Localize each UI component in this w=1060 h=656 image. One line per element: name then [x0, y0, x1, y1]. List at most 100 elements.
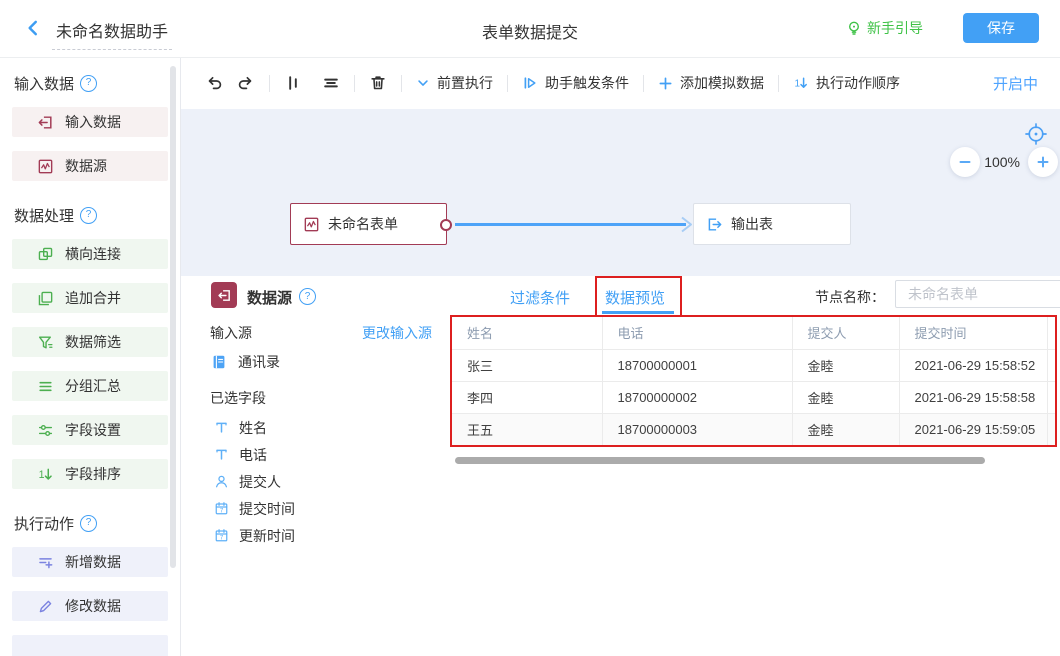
align-vertical-button[interactable]: [284, 74, 302, 92]
input-source-label: 输入源: [210, 323, 252, 343]
sidebar-item-字段排序[interactable]: 1字段排序: [12, 459, 168, 489]
zoom-level: 100%: [984, 154, 1020, 170]
output-node-label: 输出表: [731, 214, 773, 234]
form-node[interactable]: 未命名表单: [290, 203, 447, 245]
save-button[interactable]: 保存: [963, 13, 1039, 43]
sidebar-item-追加合并[interactable]: 追加合并: [12, 283, 168, 313]
table-cell: 18700000003: [602, 413, 792, 445]
sidebar-item-label: 数据源: [65, 156, 107, 176]
section-title: 执行动作?: [14, 513, 180, 533]
sidebar-item-分组汇总[interactable]: 分组汇总: [12, 371, 168, 401]
sidebar-item-label: 修改数据: [65, 596, 121, 616]
selected-fields-label: 已选字段: [210, 388, 266, 408]
section-title-label: 输入数据: [14, 73, 74, 94]
field-label: 更新时间: [239, 526, 295, 546]
undo-button[interactable]: [205, 74, 223, 92]
sidebar-item-修改数据[interactable]: 修改数据: [12, 591, 168, 621]
sidebar-sections: 输入数据?输入数据数据源数据处理?横向连接追加合并数据筛选分组汇总字段设置1字段…: [0, 73, 180, 656]
sidebar-item-数据筛选[interactable]: 数据筛选: [12, 327, 168, 357]
horizontal-scrollbar[interactable]: [455, 457, 985, 464]
form-node-label: 未命名表单: [328, 214, 398, 234]
align-horizontal-button[interactable]: [322, 74, 340, 92]
table-cell: 金睦: [792, 349, 899, 381]
section-title: 输入数据?: [14, 73, 180, 93]
person-icon: [213, 474, 229, 489]
pulse-chart-icon: [303, 216, 320, 233]
append-merge-icon: [37, 290, 54, 307]
undo-icon: [205, 74, 223, 92]
table-cell: [1047, 413, 1057, 445]
sidebar-item-数据源[interactable]: 数据源: [12, 151, 168, 181]
output-node[interactable]: 输出表: [693, 203, 851, 245]
sidebar-item-label: 追加合并: [65, 288, 121, 308]
add-mock-data-button[interactable]: 添加模拟数据: [658, 73, 764, 93]
sort-order-icon: 1: [793, 75, 809, 91]
table-header-cell: 电话: [602, 317, 792, 349]
help-icon[interactable]: ?: [80, 75, 97, 92]
sidebar-scrollbar[interactable]: [170, 66, 176, 568]
app-root: 未命名数据助手 表单数据提交 新手引导 保存 输入数据?输入数据数据源数据处理?…: [0, 0, 1060, 656]
sidebar-item-label: 新增数据: [65, 552, 121, 572]
panel-title: 数据源: [247, 287, 292, 308]
node-name-input[interactable]: [895, 280, 1060, 308]
node-name-label: 节点名称：: [815, 287, 885, 307]
help-icon[interactable]: ?: [299, 288, 316, 305]
trigger-condition-button[interactable]: 助手触发条件: [522, 73, 629, 93]
pulse-chart-icon: [37, 158, 54, 175]
field-item-电话[interactable]: 电话: [213, 441, 295, 468]
sidebar-item-partial[interactable]: [12, 635, 168, 656]
table-row: 李四18700000002金睦2021-06-29 15:58:58: [452, 381, 1057, 413]
change-source-link[interactable]: 更改输入源: [362, 323, 432, 343]
guide-label: 新手引导: [867, 18, 923, 38]
redo-icon: [237, 74, 255, 92]
filter-icon: [37, 334, 54, 351]
sidebar-item-label: 字段设置: [65, 420, 121, 440]
status-badge[interactable]: 开启中: [993, 73, 1038, 94]
redo-button[interactable]: [237, 74, 255, 92]
action-order-button[interactable]: 1 执行动作顺序: [793, 73, 900, 93]
field-item-提交人[interactable]: 提交人: [213, 468, 295, 495]
horizontal-join-icon: [37, 246, 54, 263]
table-row: 张三18700000001金睦2021-06-29 15:58:52: [452, 349, 1057, 381]
field-item-姓名[interactable]: 姓名: [213, 414, 295, 441]
tab-数据预览[interactable]: 数据预览: [605, 287, 665, 308]
canvas-toolbar: 前置执行 助手触发条件 添加模拟数据 1 执行动作顺序 开启中: [181, 57, 1060, 109]
zoom-in-button[interactable]: [1028, 147, 1058, 177]
field-label: 提交人: [239, 472, 281, 492]
field-label: 姓名: [239, 418, 267, 438]
config-panel: 数据源 ? 过滤条件数据预览 节点名称： 输入源 更改输入源 通讯录 已选字段 …: [181, 276, 1060, 656]
section-title-label: 执行动作: [14, 513, 74, 534]
table-row: 王五18700000003金睦2021-06-29 15:59:05: [452, 413, 1057, 445]
locate-target-icon[interactable]: [1024, 122, 1048, 146]
table-cell: 2021-06-29 15:58:52: [899, 349, 1047, 381]
preexec-button[interactable]: 前置执行: [416, 73, 493, 93]
help-icon[interactable]: ?: [80, 515, 97, 532]
field-item-提交时间[interactable]: 7提交时间: [213, 495, 295, 522]
flow-canvas[interactable]: 未命名表单 输出表 100%: [181, 109, 1060, 276]
edge-connector: [453, 208, 697, 241]
source-name: 通讯录: [238, 352, 280, 372]
trash-icon: [369, 74, 387, 92]
group-summary-icon: [37, 378, 54, 395]
field-item-更新时间[interactable]: 7 更新时间: [213, 522, 295, 549]
zoom-out-button[interactable]: [950, 147, 980, 177]
help-icon[interactable]: ?: [80, 207, 97, 224]
edit-icon: [37, 598, 54, 615]
guide-link[interactable]: 新手引导: [846, 18, 923, 38]
section-title: 数据处理?: [14, 205, 180, 225]
calendar-icon: 7: [213, 528, 229, 543]
svg-text:1: 1: [39, 469, 45, 481]
sidebar-item-字段设置[interactable]: 字段设置: [12, 415, 168, 445]
sidebar-item-label: 数据筛选: [65, 332, 121, 352]
active-tab-underline: [602, 311, 674, 314]
table-cell: 18700000002: [602, 381, 792, 413]
text-field-icon: [213, 420, 229, 435]
table-cell: 2021-06-29 15:59:05: [899, 413, 1047, 445]
sidebar-item-新增数据[interactable]: 新增数据: [12, 547, 168, 577]
tab-过滤条件[interactable]: 过滤条件: [510, 287, 570, 308]
section-title-label: 数据处理: [14, 205, 74, 226]
source-item[interactable]: 通讯录: [211, 352, 280, 372]
sidebar-item-横向连接[interactable]: 横向连接: [12, 239, 168, 269]
sidebar-item-输入数据[interactable]: 输入数据: [12, 107, 168, 137]
delete-button[interactable]: [369, 74, 387, 92]
